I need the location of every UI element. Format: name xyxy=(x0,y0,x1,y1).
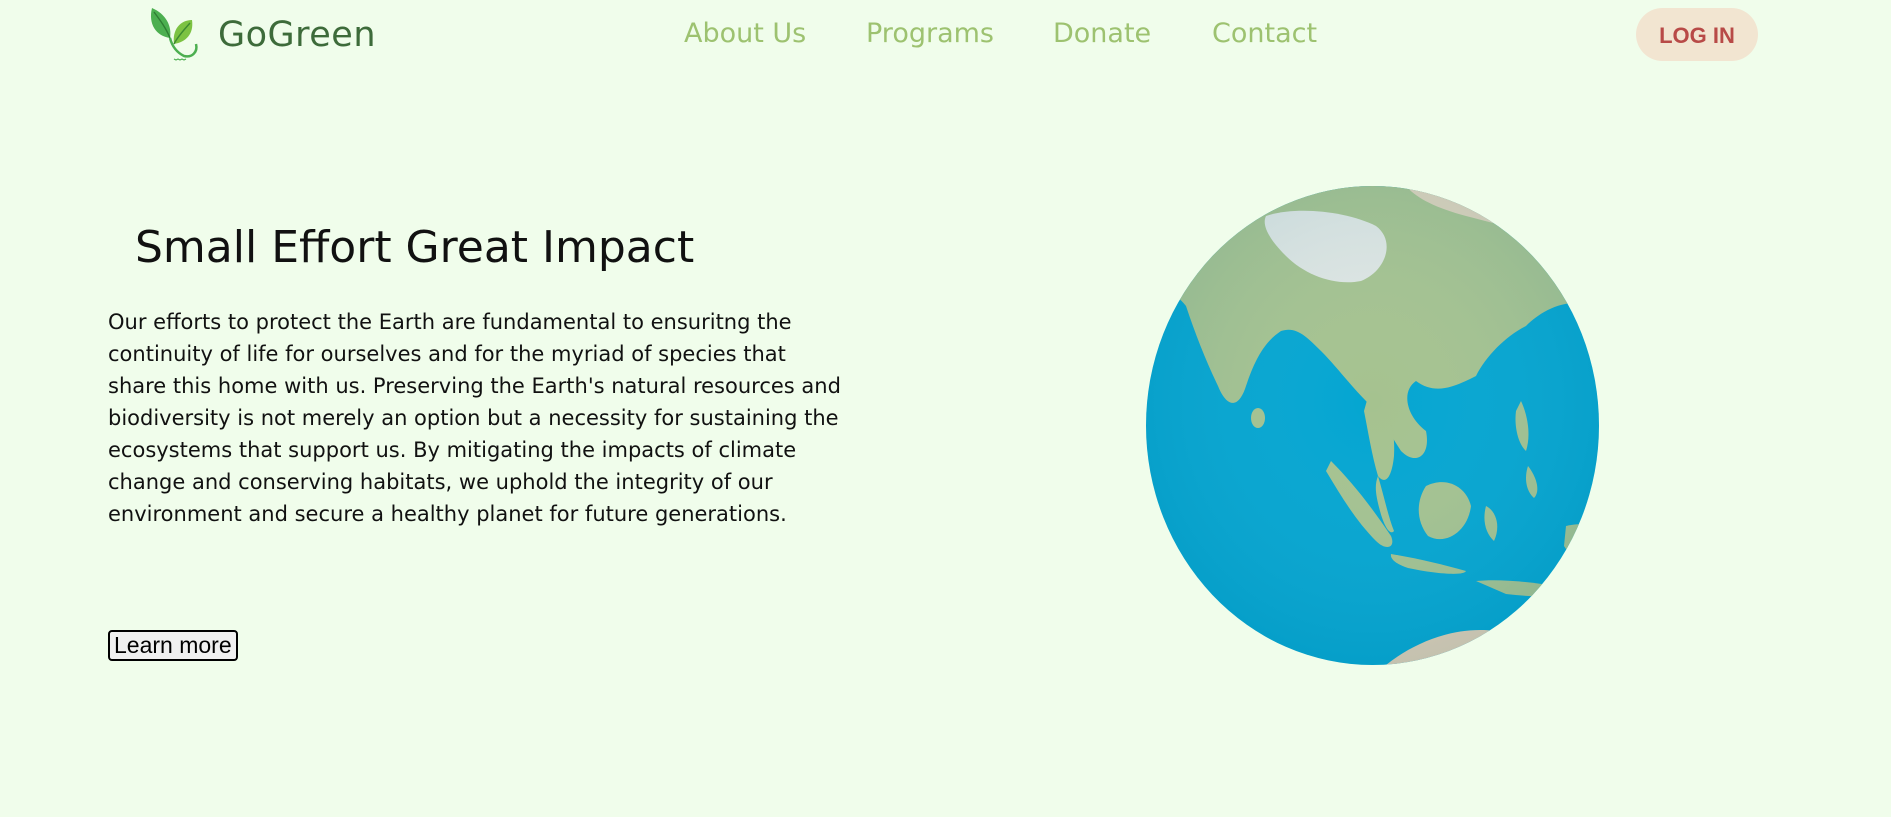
site-header: GoGreen About Us Programs Donate Contact… xyxy=(0,0,1891,70)
hero-title: Small Effort Great Impact xyxy=(135,222,695,273)
learn-more-button[interactable]: Learn more xyxy=(108,630,238,661)
nav-contact[interactable]: Contact xyxy=(1212,14,1317,54)
leaf-logo-icon[interactable] xyxy=(146,4,200,64)
login-button[interactable]: LOG IN xyxy=(1636,8,1758,61)
earth-globe-image xyxy=(1146,186,1599,665)
hero-description: Our efforts to protect the Earth are fun… xyxy=(108,310,841,526)
nav-donate[interactable]: Donate xyxy=(1053,14,1151,54)
nav-programs[interactable]: Programs xyxy=(866,14,994,54)
nav-about-us[interactable]: About Us xyxy=(684,14,806,54)
brand-name[interactable]: GoGreen xyxy=(218,12,376,58)
